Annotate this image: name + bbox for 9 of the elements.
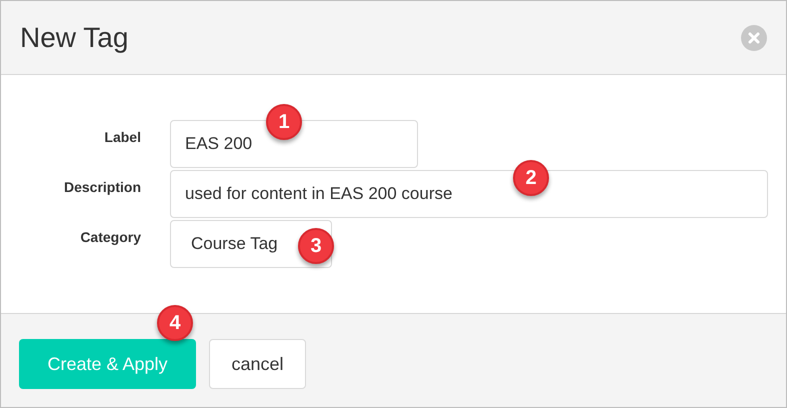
field-label: Description xyxy=(62,178,141,195)
dialog-title: New Tag xyxy=(20,22,128,54)
callout-badge: 1 xyxy=(266,104,302,140)
close-icon[interactable] xyxy=(741,24,767,50)
callout-badge: 2 xyxy=(513,160,549,196)
callout-badge: 3 xyxy=(298,228,334,264)
field-label: Label xyxy=(103,128,141,145)
field-label: Category xyxy=(79,228,141,245)
cancel-button[interactable]: cancel xyxy=(209,339,306,389)
